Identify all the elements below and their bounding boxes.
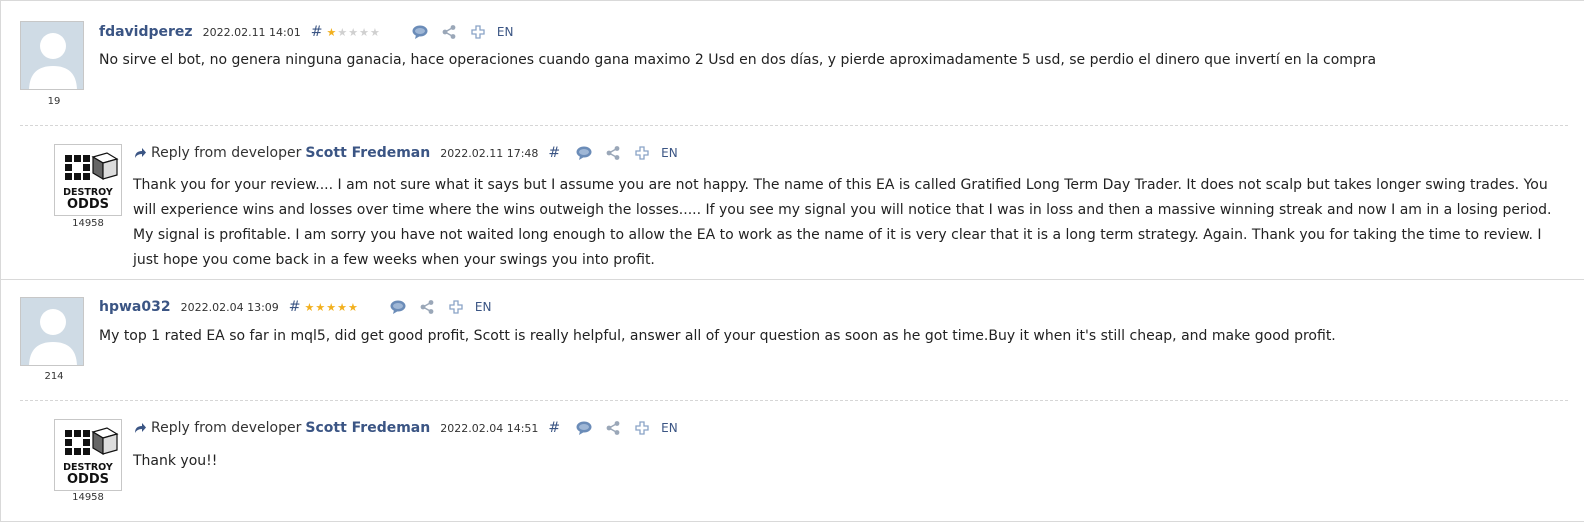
reply-text-line: My signal is profitable. I am sorry you … xyxy=(133,227,1542,243)
permalink-hash[interactable]: # xyxy=(289,299,301,315)
share-icon[interactable] xyxy=(417,297,437,317)
share-icon[interactable] xyxy=(439,22,459,42)
comment-icon[interactable] xyxy=(574,418,594,438)
star-filled-icon: ★ xyxy=(337,300,348,314)
star-filled-icon: ★ xyxy=(315,300,326,314)
language-badge[interactable]: EN xyxy=(661,146,678,160)
review-text: My top 1 rated EA so far in mql5, did ge… xyxy=(99,328,1336,344)
star-filled-icon: ★ xyxy=(304,300,315,314)
review-date: 2022.02.04 13:09 xyxy=(180,300,279,314)
reply-label: Reply from developer xyxy=(133,420,301,436)
user-review-count: 19 xyxy=(47,96,61,107)
permalink-hash[interactable]: # xyxy=(548,145,560,161)
reply-header: Reply from developer Scott Fredeman 2022… xyxy=(133,418,678,438)
comment-icon[interactable] xyxy=(388,297,408,317)
developer-review-count: 14958 xyxy=(72,218,104,229)
username-link[interactable]: hpwa032 xyxy=(99,299,171,315)
reply-label: Reply from developer xyxy=(133,145,301,161)
reply-arrow-icon xyxy=(135,423,146,433)
developer-logo[interactable]: DESTROY ODDS xyxy=(54,419,122,491)
comment-icon[interactable] xyxy=(574,143,594,163)
avatar[interactable] xyxy=(20,297,84,366)
comment-icon[interactable] xyxy=(410,22,430,42)
reply-text-line: just hope you come back in a few weeks w… xyxy=(133,252,655,268)
reply-text-line: Thank you!! xyxy=(133,453,218,469)
review-divider xyxy=(0,279,1584,280)
star-filled-icon: ★ xyxy=(326,300,337,314)
reply-text-line: will experience wins and losses over tim… xyxy=(133,202,1552,218)
permalink-hash[interactable]: # xyxy=(548,420,560,436)
star-empty-icon: ★ xyxy=(370,25,380,39)
review-header: hpwa032 2022.02.04 13:09 # ★ ★ ★ ★ ★ EN xyxy=(99,297,491,317)
language-badge[interactable]: EN xyxy=(475,300,492,314)
developer-review-count: 14958 xyxy=(72,492,104,503)
star-empty-icon: ★ xyxy=(359,25,369,39)
language-badge[interactable]: EN xyxy=(497,25,514,39)
rating-stars: ★ ★ ★ ★ ★ xyxy=(305,302,358,313)
developer-logo[interactable]: DESTROY ODDS xyxy=(54,144,122,216)
star-empty-icon: ★ xyxy=(337,25,348,39)
developer-link[interactable]: Scott Fredeman xyxy=(305,145,430,161)
reply-text-line: Thank you for your review.... I am not s… xyxy=(133,177,1548,193)
review-date: 2022.02.11 14:01 xyxy=(202,25,301,39)
share-icon[interactable] xyxy=(603,143,623,163)
reply-header: Reply from developer Scott Fredeman 2022… xyxy=(133,143,678,163)
reply-divider xyxy=(20,125,1568,126)
reply-divider xyxy=(20,400,1568,401)
reply-text: Thank you!! xyxy=(133,449,217,474)
username-link[interactable]: fdavidperez xyxy=(99,24,193,40)
developer-link[interactable]: Scott Fredeman xyxy=(305,420,430,436)
rating-stars: ★ ★ ★ ★ ★ xyxy=(327,27,380,38)
star-filled-icon: ★ xyxy=(348,300,358,314)
permalink-hash[interactable]: # xyxy=(311,24,323,40)
reply-text: Thank you for your review.... I am not s… xyxy=(133,173,1553,273)
add-icon[interactable] xyxy=(446,297,466,317)
reply-date: 2022.02.04 14:51 xyxy=(440,421,539,435)
logo-text-bottom: ODDS xyxy=(67,472,109,487)
add-icon[interactable] xyxy=(632,143,652,163)
language-badge[interactable]: EN xyxy=(661,421,678,435)
star-filled-icon: ★ xyxy=(326,25,337,39)
avatar[interactable] xyxy=(20,21,84,90)
star-empty-icon: ★ xyxy=(348,25,359,39)
add-icon[interactable] xyxy=(468,22,488,42)
reply-date: 2022.02.11 17:48 xyxy=(440,146,539,160)
review-header: fdavidperez 2022.02.11 14:01 # ★ ★ ★ ★ ★ EN xyxy=(99,22,513,42)
share-icon[interactable] xyxy=(603,418,623,438)
user-review-count: 214 xyxy=(44,371,64,382)
logo-text-bottom: ODDS xyxy=(67,197,109,212)
reply-arrow-icon xyxy=(135,148,146,158)
review-text: No sirve el bot, no genera ninguna ganac… xyxy=(99,52,1377,68)
add-icon[interactable] xyxy=(632,418,652,438)
